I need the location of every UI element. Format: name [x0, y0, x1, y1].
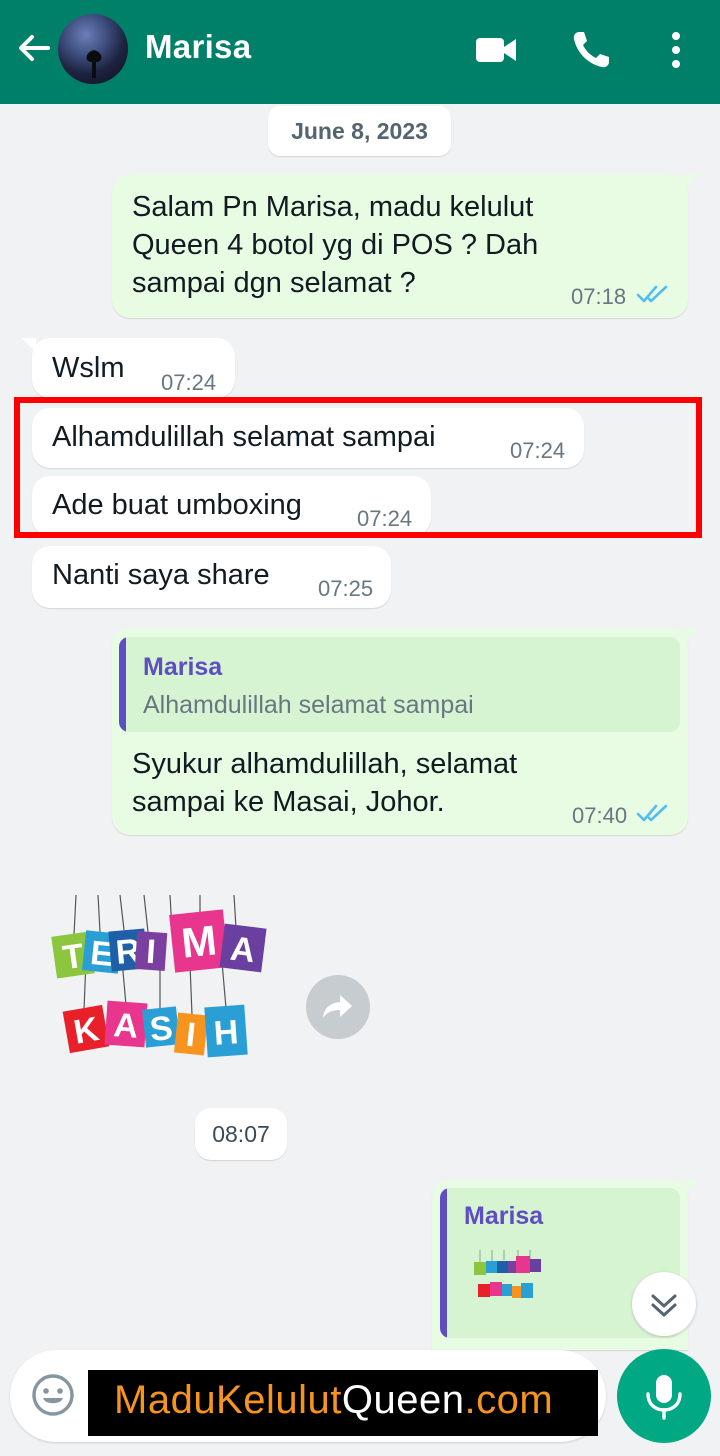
- incoming-message[interactable]: Wslm 07:24: [22, 338, 235, 398]
- message-line: Syukur alhamdulillah, selamat: [132, 748, 518, 780]
- message-line: sampai ke Masai, Johor.: [132, 786, 445, 818]
- message-time: 07:18: [571, 284, 627, 309]
- bubble-tail: [22, 338, 36, 352]
- message-time: 07:25: [318, 576, 374, 601]
- sticker-letter: A: [228, 930, 257, 971]
- message-time: 07:24: [161, 370, 217, 395]
- incoming-message[interactable]: Nanti saya share 07:25: [32, 546, 391, 608]
- sticker-letter: M: [179, 916, 219, 966]
- quote-author: Marisa: [143, 653, 223, 681]
- double-chevron-down-icon: [651, 1294, 677, 1317]
- sticker-message[interactable]: T E R I M A K A S I H: [40, 890, 280, 1070]
- forward-button[interactable]: [306, 975, 370, 1039]
- quote-author: Marisa: [464, 1202, 544, 1230]
- sticker-letter: S: [148, 1009, 175, 1049]
- sticker-thumbnail: [474, 1250, 541, 1298]
- sticker-letter: H: [213, 1013, 240, 1053]
- outgoing-message[interactable]: Salam Pn Marisa, madu kelulut Queen 4 bo…: [112, 174, 698, 318]
- bubble-tail: [684, 174, 698, 188]
- scroll-to-bottom-button[interactable]: [632, 1272, 696, 1336]
- bubble-tail: [684, 628, 698, 642]
- sticker-letter: A: [112, 1006, 139, 1046]
- emoji-icon[interactable]: [30, 1372, 76, 1418]
- watermark-part: .com: [464, 1378, 554, 1422]
- quote-accent-bar: [440, 1188, 447, 1338]
- watermark-part: MaduKelulut: [114, 1378, 342, 1422]
- message-line: Queen 4 botol yg di POS ? Dah: [132, 229, 539, 261]
- watermark-part: Queen: [341, 1378, 465, 1422]
- quote-text: Alhamdulillah selamat sampai: [143, 691, 474, 719]
- bubble-tail: [684, 1180, 698, 1194]
- quoted-message[interactable]: Marisa Alhamdulillah selamat sampai: [119, 637, 680, 732]
- more-vert-icon[interactable]: [652, 26, 700, 74]
- message-line: sampai dgn selamat ?: [132, 267, 416, 299]
- phone-icon[interactable]: [567, 26, 615, 74]
- forward-icon: [323, 995, 352, 1018]
- watermark-banner: MaduKelulutQueen.com: [88, 1370, 598, 1436]
- quote-accent-bar: [119, 637, 126, 732]
- message-line: Salam Pn Marisa, madu kelulut: [132, 191, 534, 223]
- back-arrow-icon[interactable]: [14, 28, 54, 68]
- message-text: Nanti saya share: [52, 559, 270, 591]
- video-call-icon[interactable]: [472, 26, 520, 74]
- double-check-icon: [636, 804, 668, 822]
- message-time: 07:40: [572, 803, 628, 828]
- mic-button[interactable]: [617, 1349, 711, 1443]
- message-text: Wslm: [52, 352, 125, 384]
- chat-header: Marisa: [0, 0, 720, 104]
- time-chip: 08:07: [195, 1108, 287, 1160]
- double-check-icon: [636, 285, 668, 303]
- outgoing-reply-message[interactable]: Marisa Alhamdulillah selamat sampai Syuk…: [112, 628, 698, 835]
- highlight-box: [14, 397, 702, 538]
- mic-icon: [646, 1375, 682, 1420]
- date-chip: June 8, 2023: [268, 106, 451, 156]
- contact-name[interactable]: Marisa: [145, 28, 251, 66]
- avatar[interactable]: [58, 14, 128, 84]
